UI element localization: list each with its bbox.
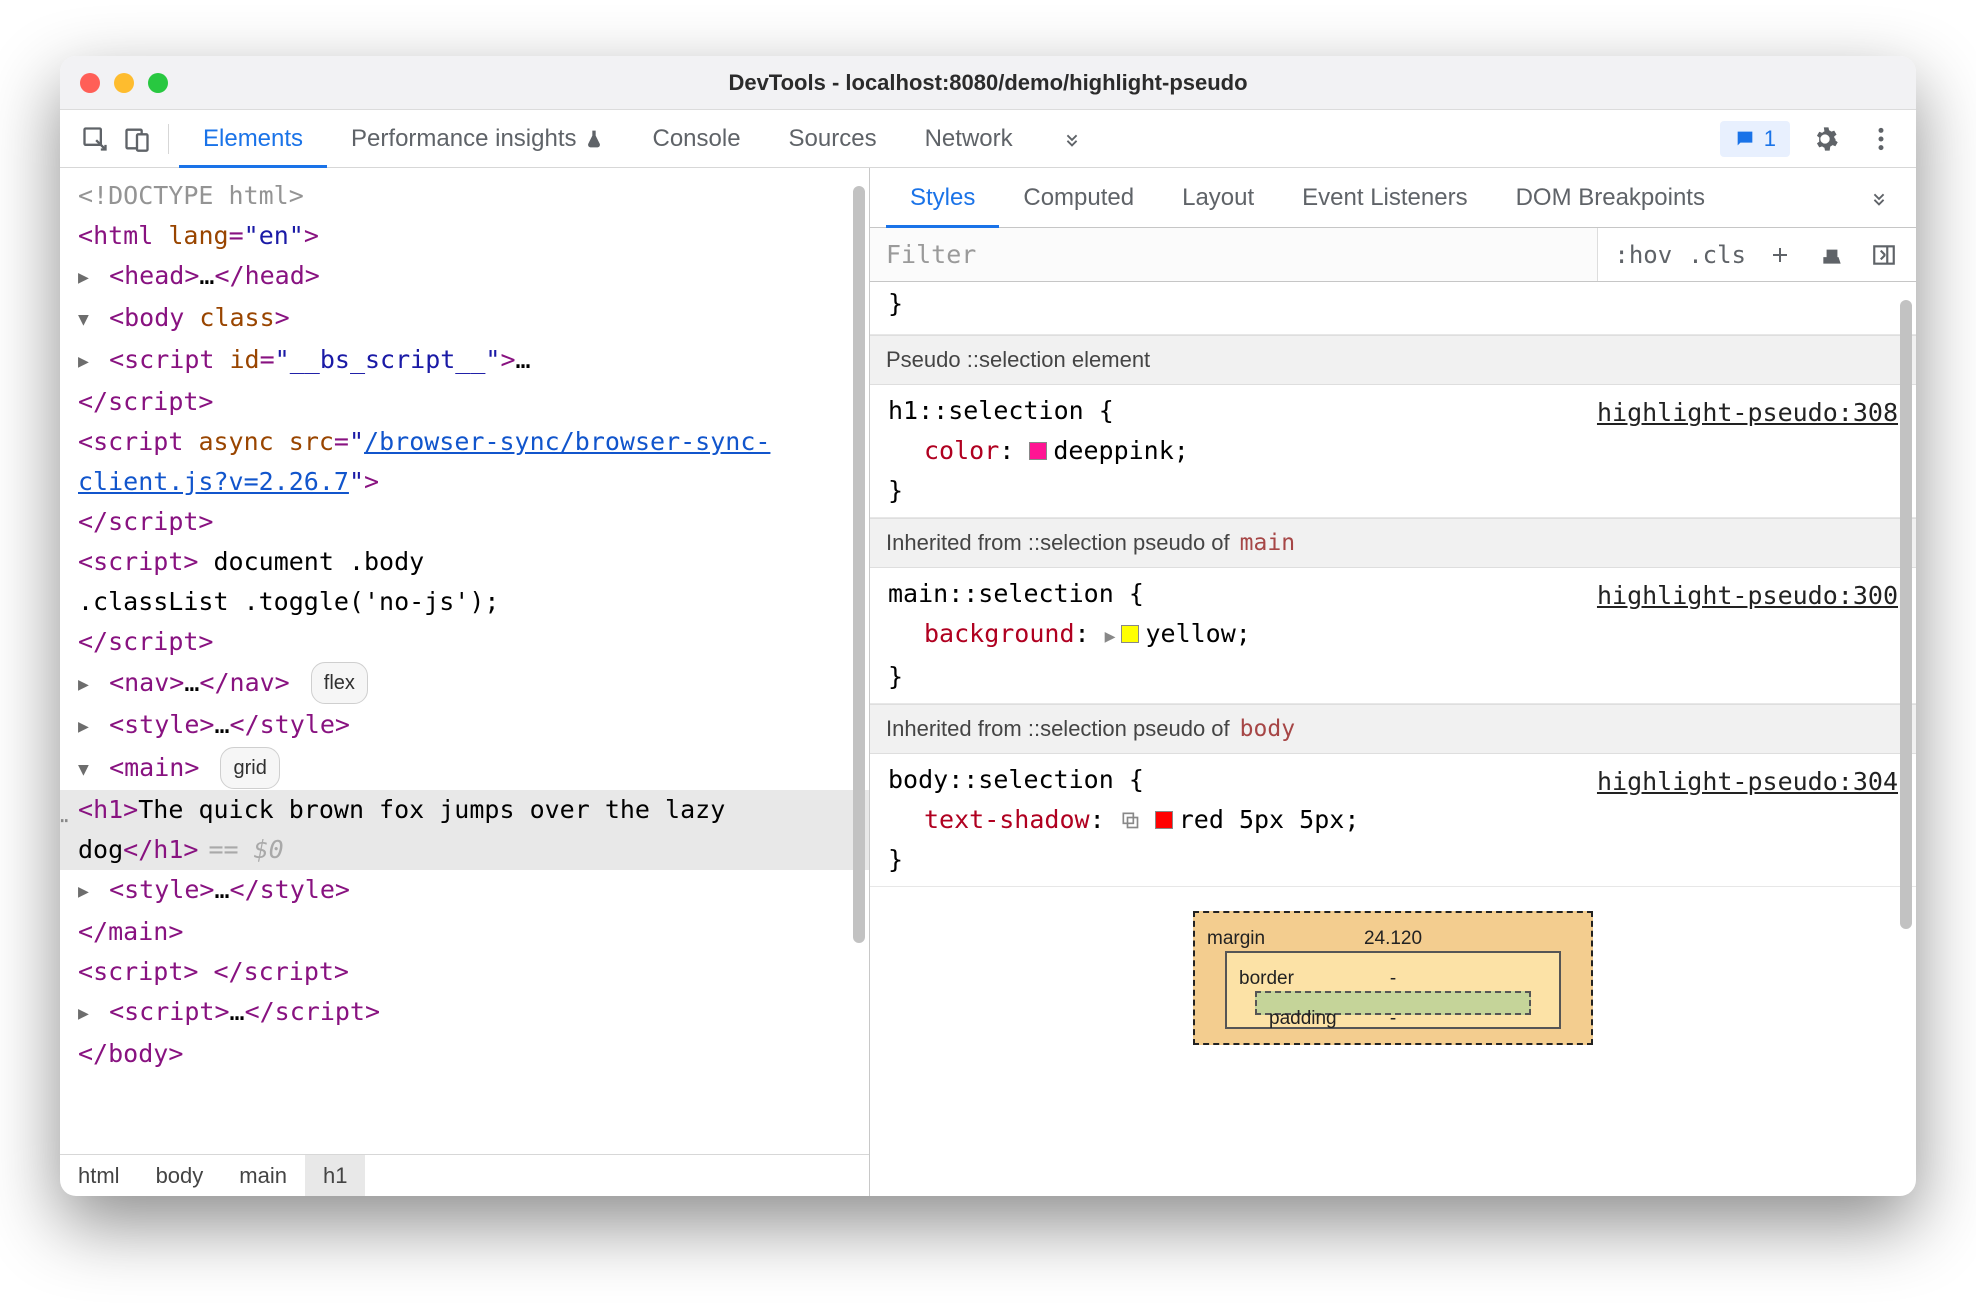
subtab-styles[interactable]: Styles bbox=[886, 168, 999, 228]
rule-source-link[interactable]: highlight-pseudo:304 bbox=[1597, 762, 1898, 802]
dom-head[interactable]: ▶ <head>…</head> bbox=[60, 256, 869, 298]
dom-inline-script[interactable]: <script> document .body bbox=[60, 542, 869, 582]
dom-async-script-close[interactable]: </script> bbox=[60, 502, 869, 542]
dom-style-1[interactable]: ▶ <style>…</style> bbox=[60, 705, 869, 747]
toolbar-divider bbox=[168, 124, 169, 154]
layout-badge-grid[interactable]: grid bbox=[220, 747, 279, 789]
styles-filter-input[interactable] bbox=[870, 228, 1598, 281]
dom-nav[interactable]: ▶ <nav>…</nav> flex bbox=[60, 662, 869, 705]
subtab-event-listeners[interactable]: Event Listeners bbox=[1278, 168, 1491, 228]
dom-tree: <!DOCTYPE html> <html lang="en"> ▶ <head… bbox=[60, 176, 869, 1074]
layout-badge-flex[interactable]: flex bbox=[311, 662, 368, 704]
window-traffic-lights[interactable] bbox=[80, 73, 168, 93]
dom-main-open[interactable]: ▼ <main> grid bbox=[60, 747, 869, 790]
color-swatch[interactable] bbox=[1155, 811, 1173, 829]
section-head-inherited-body: Inherited from ::selection pseudo of bod… bbox=[870, 704, 1916, 754]
tab-elements[interactable]: Elements bbox=[179, 110, 327, 168]
subtabs-overflow-icon[interactable] bbox=[1858, 187, 1900, 209]
selection-marker: == $0 bbox=[198, 835, 283, 864]
dom-tree-scroll[interactable]: <!DOCTYPE html> <html lang="en"> ▶ <head… bbox=[60, 168, 869, 1154]
tabs-overflow-icon[interactable] bbox=[1037, 110, 1107, 168]
elements-panel: <!DOCTYPE html> <html lang="en"> ▶ <head… bbox=[60, 168, 870, 1196]
color-swatch[interactable] bbox=[1121, 625, 1139, 643]
computed-sidebar-toggle-icon[interactable] bbox=[1866, 242, 1902, 268]
workspace: <!DOCTYPE html> <html lang="en"> ▶ <head… bbox=[60, 168, 1916, 1196]
flask-icon bbox=[584, 129, 604, 149]
subtab-dom-breakpoints[interactable]: DOM Breakpoints bbox=[1492, 168, 1729, 228]
styles-panel: Styles Computed Layout Event Listeners D… bbox=[870, 168, 1916, 1196]
section-head-pseudo-selection: Pseudo ::selection element bbox=[870, 335, 1916, 385]
styles-filter-row: :hov .cls bbox=[870, 228, 1916, 282]
tab-sources[interactable]: Sources bbox=[765, 110, 901, 168]
crumb-main[interactable]: main bbox=[221, 1155, 305, 1196]
bm-padding-label: padding bbox=[1269, 999, 1337, 1039]
breadcrumb: html body main h1 bbox=[60, 1154, 869, 1196]
subtab-layout[interactable]: Layout bbox=[1158, 168, 1278, 228]
styles-scroll[interactable]: } Pseudo ::selection element highlight-p… bbox=[870, 282, 1916, 1196]
dom-scrollbar[interactable] bbox=[853, 176, 865, 1146]
issues-count: 1 bbox=[1764, 126, 1776, 152]
dom-bs-script[interactable]: ▶ <script id="__bs_script__">… bbox=[60, 340, 869, 382]
inspect-element-icon[interactable] bbox=[74, 118, 116, 160]
expand-shorthand-icon[interactable]: ▶ bbox=[1105, 626, 1122, 647]
rule-main-selection[interactable]: highlight-pseudo:300 main::selection { b… bbox=[870, 568, 1916, 704]
dom-collapsed-script[interactable]: ▶ <script>…</script> bbox=[60, 992, 869, 1034]
more-menu-icon[interactable] bbox=[1860, 118, 1902, 160]
box-model: margin 24.120 border - padding - bbox=[870, 887, 1916, 1045]
issues-button[interactable]: 1 bbox=[1720, 121, 1790, 157]
dom-inline-script-l2[interactable]: .classList .toggle('no-js'); bbox=[60, 582, 869, 622]
rule-body-selection[interactable]: highlight-pseudo:304 body::selection { t… bbox=[870, 754, 1916, 887]
shadow-icon bbox=[1120, 810, 1140, 830]
subtab-computed[interactable]: Computed bbox=[999, 168, 1158, 228]
dom-empty-script[interactable]: <script> </script> bbox=[60, 952, 869, 992]
close-window-button[interactable] bbox=[80, 73, 100, 93]
titlebar: DevTools - localhost:8080/demo/highlight… bbox=[60, 56, 1916, 110]
dom-inline-script-close[interactable]: </script> bbox=[60, 622, 869, 662]
fullscreen-window-button[interactable] bbox=[148, 73, 168, 93]
dom-body-open[interactable]: ▼ <body class> bbox=[60, 298, 869, 340]
crumb-h1[interactable]: h1 bbox=[305, 1155, 365, 1196]
color-swatch[interactable] bbox=[1029, 442, 1047, 460]
bm-padding-top[interactable]: - bbox=[1390, 999, 1396, 1039]
toggle-hov[interactable]: :hov bbox=[1614, 241, 1672, 269]
rule-partial-top: } bbox=[870, 282, 1916, 335]
window-title: DevTools - localhost:8080/demo/highlight… bbox=[60, 70, 1916, 96]
tab-label: Performance insights bbox=[351, 125, 576, 153]
devtools-window: DevTools - localhost:8080/demo/highlight… bbox=[60, 56, 1916, 1196]
toolbar-right: 1 bbox=[1720, 118, 1902, 160]
device-toolbar-icon[interactable] bbox=[116, 118, 158, 160]
dom-main-close[interactable]: </main> bbox=[60, 912, 869, 952]
tab-console[interactable]: Console bbox=[628, 110, 764, 168]
dom-bs-script-close[interactable]: </script> bbox=[60, 382, 869, 422]
crumb-body[interactable]: body bbox=[138, 1155, 222, 1196]
settings-icon[interactable] bbox=[1804, 118, 1846, 160]
rule-h1-selection[interactable]: highlight-pseudo:308 h1::selection { col… bbox=[870, 385, 1916, 518]
dom-style-2[interactable]: ▶ <style>…</style> bbox=[60, 870, 869, 912]
rule-source-link[interactable]: highlight-pseudo:308 bbox=[1597, 393, 1898, 433]
dom-html-open[interactable]: <html lang="en"> bbox=[60, 216, 869, 256]
minimize-window-button[interactable] bbox=[114, 73, 134, 93]
dom-h1-selected[interactable]: <h1>The quick brown fox jumps over the l… bbox=[60, 790, 869, 870]
tab-network[interactable]: Network bbox=[901, 110, 1037, 168]
issues-icon bbox=[1734, 128, 1756, 150]
rule-source-link[interactable]: highlight-pseudo:300 bbox=[1597, 576, 1898, 616]
section-head-inherited-main: Inherited from ::selection pseudo of mai… bbox=[870, 518, 1916, 568]
tab-performance-insights[interactable]: Performance insights bbox=[327, 110, 628, 168]
main-toolbar: Elements Performance insights Console So… bbox=[60, 110, 1916, 168]
paint-bucket-icon[interactable] bbox=[1814, 242, 1850, 268]
dom-async-script-open[interactable]: <script async src="/browser-sync/browser… bbox=[60, 422, 869, 502]
dom-doctype[interactable]: <!DOCTYPE html> bbox=[60, 176, 869, 216]
new-style-rule-icon[interactable] bbox=[1762, 243, 1798, 267]
styles-sub-tabs: Styles Computed Layout Event Listeners D… bbox=[870, 168, 1916, 228]
toggle-cls[interactable]: .cls bbox=[1688, 241, 1746, 269]
styles-scrollbar[interactable] bbox=[1900, 290, 1912, 1188]
main-tabs: Elements Performance insights Console So… bbox=[179, 110, 1107, 168]
crumb-html[interactable]: html bbox=[60, 1155, 138, 1196]
dom-body-close[interactable]: </body> bbox=[60, 1034, 869, 1074]
